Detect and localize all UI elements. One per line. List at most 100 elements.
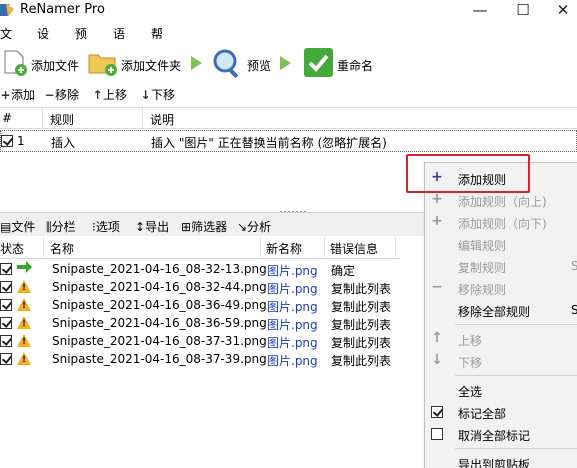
minus-icon: −	[44, 88, 55, 102]
file-new-name: 图片.png	[267, 354, 318, 368]
rules-table-header: # 规则 说明	[0, 107, 577, 129]
menu-item-label: 添加规则（向上)	[458, 195, 547, 209]
file-checkbox[interactable]	[0, 263, 12, 275]
menu-separator	[455, 324, 577, 325]
file-checkbox[interactable]	[0, 353, 12, 365]
export-button[interactable]: ↕导出	[135, 218, 169, 235]
menu-item-label: 导出到剪贴板	[458, 458, 531, 468]
menu-item-remove-all-rules[interactable]: 移除全部规则 Sh	[425, 299, 577, 321]
menu-item-export-clipboard[interactable]: 导出到剪贴板	[425, 452, 577, 468]
checkbox-empty-icon	[431, 428, 443, 440]
columns-button[interactable]: ⫼分栏	[46, 218, 76, 235]
checkmark-icon	[304, 48, 333, 77]
file-name: Snipaste_2021-04-16_08-32-44.png	[52, 280, 267, 294]
filter-button[interactable]: ⊞筛选器	[181, 218, 227, 235]
menu-item-remove-rule[interactable]: − 移除规则	[425, 277, 577, 299]
file-new-name: 图片.png	[267, 336, 318, 350]
rule-index: 1	[17, 134, 25, 148]
menu-item-duplicate-rule[interactable]: 复制规则 S	[425, 255, 577, 277]
column-header-index[interactable]: #	[2, 111, 12, 125]
menu-item-select-all[interactable]: 全选	[425, 379, 577, 401]
menu-item-unmark-all[interactable]: 取消全部标记	[425, 423, 577, 445]
move-up-label: 上移	[103, 88, 128, 102]
menu-item-move-up[interactable]: ↑ 上移	[425, 328, 577, 350]
menu-item-mark-all[interactable]: 标记全部	[425, 401, 577, 423]
rules-toolbar: +添加 −移除 ↑上移 ↓下移	[0, 85, 577, 105]
move-up-button[interactable]: ↑上移	[92, 86, 127, 103]
export-icon: ↕	[135, 220, 146, 234]
file-error: 复制此列表	[331, 318, 392, 332]
menu-item-add-rule-below[interactable]: + 添加规则（向下)	[425, 211, 577, 233]
options-button[interactable]: ⁝选项	[92, 218, 120, 235]
files-menu-label: 文件	[11, 220, 36, 234]
remove-rule-button[interactable]: −移除	[44, 86, 79, 103]
menu-item-move-down[interactable]: ↓ 下移	[425, 350, 577, 372]
folder-icon	[88, 54, 117, 76]
menu-separator	[455, 448, 577, 449]
table-row[interactable]: Snipaste_2021-04-16_08-32-13.png 图片.png …	[0, 260, 400, 278]
column-header-rule[interactable]: 规则	[50, 111, 74, 128]
arrow-right-icon	[17, 261, 32, 273]
columns-label: 分栏	[51, 220, 76, 234]
menu-item-label: 标记全部	[458, 407, 507, 421]
filter-label: 筛选器	[191, 220, 228, 234]
file-error: 复制此列表	[331, 336, 392, 350]
checkbox-checked-icon	[431, 406, 443, 418]
menu-item-label: 编辑规则	[458, 239, 507, 253]
rule-row[interactable]: 1 插入 插入 "图片" 正在替换当前名称 (忽略扩展名)	[0, 130, 577, 152]
main-toolbar: 添加文件 添加文件夹 预览 重命名	[0, 44, 577, 82]
table-row[interactable]: ! Snipaste_2021-04-16_08-36-59.png 图片.pn…	[0, 314, 400, 332]
file-error: 复制此列表	[331, 300, 392, 314]
add-rule-label: 添加	[11, 88, 36, 102]
file-checkbox[interactable]	[0, 281, 12, 293]
renamer-window: ReNamer Pro — ☐ ✕ 文件 设置 预设 语言 帮助 添加文件 添	[0, 0, 577, 468]
add-file-icon	[4, 50, 27, 76]
analyze-button[interactable]: ↘分析	[237, 218, 271, 235]
menu-item-label: 下移	[458, 356, 483, 370]
menu-item-label: 移除全部规则	[458, 305, 531, 319]
column-header-status[interactable]: 状态	[0, 240, 24, 257]
close-button[interactable]: ✕	[543, 0, 577, 22]
magnifier-icon	[213, 49, 239, 78]
rename-label: 重命名	[337, 59, 374, 73]
table-row[interactable]: ! Snipaste_2021-04-16_08-37-31.png 图片.pn…	[0, 332, 400, 350]
analyze-icon: ↘	[237, 220, 248, 234]
table-row[interactable]: ! Snipaste_2021-04-16_08-37-39.png 图片.pn…	[0, 350, 400, 368]
table-row[interactable]: ! Snipaste_2021-04-16_08-32-44.png 图片.pn…	[0, 278, 400, 296]
rename-button[interactable]: 重命名	[303, 46, 383, 80]
column-header-name[interactable]: 名称	[50, 240, 74, 257]
arrow-down-icon: ↓	[431, 352, 443, 368]
file-new-name: 图片.png	[267, 282, 318, 296]
menu-item-label: 移除规则	[458, 283, 507, 297]
minus-icon: −	[431, 279, 443, 295]
table-row[interactable]: ! Snipaste_2021-04-16_08-36-49.png 图片.pn…	[0, 296, 400, 314]
highlight-annotation	[406, 154, 530, 193]
column-header-error[interactable]: 错误信息	[330, 240, 378, 257]
move-down-button[interactable]: ↓下移	[140, 86, 175, 103]
minimize-button[interactable]: —	[460, 0, 500, 22]
menu-item-edit-rule[interactable]: 编辑规则	[425, 233, 577, 255]
preview-button[interactable]: 预览	[212, 46, 276, 80]
file-checkbox[interactable]	[0, 299, 12, 311]
menu-item-label: 上移	[458, 334, 483, 348]
add-rule-button[interactable]: +添加	[0, 86, 35, 103]
file-checkbox[interactable]	[0, 335, 12, 347]
add-files-label: 添加文件	[31, 59, 80, 73]
maximize-button[interactable]: ☐	[503, 0, 543, 22]
move-down-label: 下移	[151, 88, 176, 102]
menu-separator	[455, 375, 577, 376]
arrow-up-icon: ↑	[431, 330, 443, 346]
add-folder-button[interactable]: 添加文件夹	[88, 46, 186, 80]
remove-rule-label: 移除	[55, 88, 80, 102]
add-files-button[interactable]: 添加文件	[0, 46, 84, 80]
file-checkbox[interactable]	[0, 317, 12, 329]
column-header-new-name[interactable]: 新名称	[266, 240, 302, 257]
add-folder-label: 添加文件夹	[121, 59, 182, 73]
rule-checkbox[interactable]	[1, 135, 13, 147]
menu-item-shortcut: Sh	[571, 303, 577, 317]
files-menu-button[interactable]: ▤文件	[0, 218, 35, 235]
column-header-description[interactable]: 说明	[150, 111, 174, 128]
menu-item-label: 全选	[458, 385, 483, 399]
file-new-name: 图片.png	[267, 318, 318, 332]
file-name: Snipaste_2021-04-16_08-37-39.png	[52, 352, 267, 366]
